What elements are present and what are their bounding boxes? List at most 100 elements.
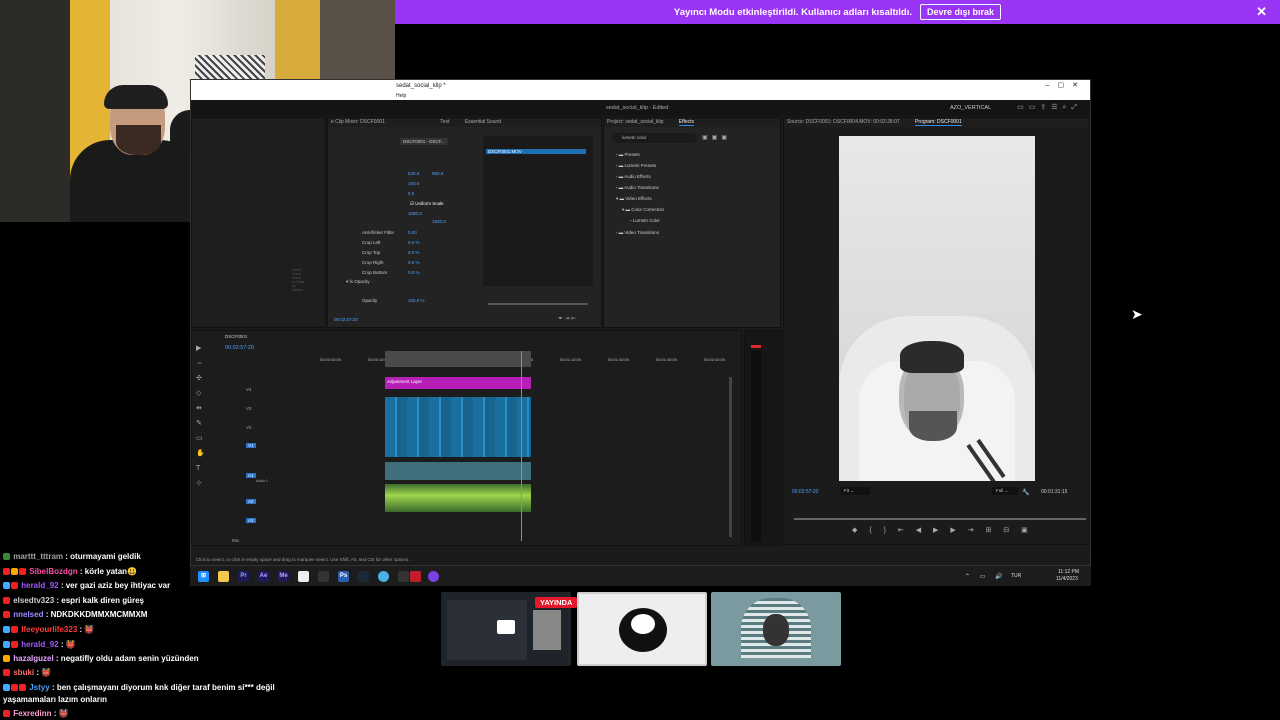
tab-clip-mixer[interactable]: e Clip Mixer: DSCF0001 (331, 119, 385, 125)
tab-project[interactable]: Project: sedat_social_klip (607, 119, 663, 125)
window-titlebar: sedat_social_klip * –▢✕ (191, 80, 1090, 92)
ruler-5: 00:01:15:00 (560, 357, 582, 362)
crop-left-value[interactable]: 0.0 % (408, 240, 420, 245)
chat-message: hazalguzel : negatifly oldu adam senin y… (3, 654, 199, 663)
opacity-value[interactable]: 100.0 % (408, 298, 425, 303)
effect-controls-panel: Select Track Items or Tools for Search (191, 117, 326, 328)
rotation-value[interactable]: 0.0 (408, 191, 414, 196)
project-title: sedat_social_klip - Edited (606, 105, 669, 111)
effects-search-input[interactable]: lumetri color (612, 133, 697, 143)
audio-clip-a2[interactable] (385, 484, 531, 512)
filter-icon[interactable]: ⏷ ⇥ ⇤ (558, 315, 576, 323)
ruler-7: 00:01:45:00 (656, 357, 678, 362)
effects-item-lumetri-color[interactable]: ▫ Lumetri Color (630, 218, 660, 223)
wrench-icon[interactable]: 🔧 (1022, 489, 1029, 496)
tab-essential-sound[interactable]: Essential Sound (465, 119, 501, 125)
resolution-dropdown[interactable]: Full ⌄ (992, 487, 1018, 495)
chat-message: yaşamamaları lazım onların (3, 695, 108, 704)
monitor-tabs: Source: DSCF0001: DSCF0004.MOV: 00:02:28… (784, 118, 1089, 127)
timeline-panel: DSCF0001 00:02:57:20 ▶ ⇔ ✣ ◇ ⇹ ✎ ▭ ✋ T ⊹ 00:00:00… (191, 330, 742, 546)
effects-item-color-correction[interactable]: ▾ ▬ Color Correction (622, 207, 664, 213)
pos-x[interactable]: 540.0 (408, 171, 419, 176)
close-icon[interactable]: ✕ (1256, 4, 1267, 20)
thumbnail-camera[interactable] (711, 592, 841, 666)
opacity-section[interactable]: ▾ fx Opacity (346, 279, 370, 285)
crop-bottom-label: Crop Bottom (362, 270, 388, 275)
playback-controls[interactable]: ◆ { } ⇤ ◀ ▶ ▶ ⇥ ⊞ ⊟ ▣ (852, 526, 1033, 534)
premiere-window: sedat_social_klip * –▢✕ Help sedat_socia… (190, 79, 1091, 580)
anchor-x[interactable]: 1080.0 (408, 211, 422, 216)
track-v1[interactable]: V1 (246, 443, 256, 448)
project-effects-tabs: Project: sedat_social_klip Effects (604, 118, 780, 127)
sequence-tab[interactable]: DSCF0001 (225, 334, 247, 339)
workspace-label[interactable]: AZO_VERTICAL (950, 105, 991, 111)
audio-clip-a1[interactable] (385, 462, 531, 480)
window-controls[interactable]: –▢✕ (1046, 80, 1086, 92)
clip-bar[interactable]: DSCF0001.MOV (486, 149, 586, 154)
track-v2[interactable]: V2 (246, 425, 252, 430)
effects-item-lumetri-presets[interactable]: › ▬ Lumetri Presets (616, 163, 656, 168)
fit-dropdown[interactable]: Fit ⌄ (840, 487, 870, 495)
effects-item-audio-transitions[interactable]: › ▬ Audio Transitions (616, 185, 659, 190)
menu-help[interactable]: Help (396, 93, 406, 99)
chat-message: sbuki : 👹 (3, 668, 51, 677)
timeline-scrollbar[interactable] (729, 377, 732, 537)
opacity-label: Opacity (362, 298, 378, 303)
menu-bar: Help (191, 92, 1090, 100)
banner-message: Yayıncı Modu etkinleştirildi. Kullanıcı … (673, 6, 913, 18)
effects-timecode: 00:02:57:20 (334, 317, 358, 322)
playhead[interactable] (521, 351, 522, 541)
disable-streamer-mode-button[interactable]: Devre dışı bırak (920, 4, 1002, 20)
clock-time[interactable]: 11:12 PM (1058, 569, 1079, 575)
crop-top-value[interactable]: 0.0 % (408, 250, 420, 255)
program-timecode[interactable]: 00:02:57:20 (792, 489, 818, 495)
app-header: sedat_social_klip - Edited AZO_VERTICAL … (191, 100, 1090, 116)
track-v3[interactable]: V3 (246, 406, 252, 411)
effects-item-presets[interactable]: › ▬ Presets (616, 152, 640, 157)
tray-icons[interactable]: ⌃ ▭ 🔊 (965, 573, 1007, 580)
chat-message: marttt_tttram : oturmayami geldik (3, 552, 141, 561)
pos-y[interactable]: 960.0 (432, 171, 443, 176)
tab-effects[interactable]: Effects (678, 119, 695, 126)
anchor-y[interactable]: 1920.0 (432, 219, 446, 224)
program-scrubber[interactable] (794, 518, 1086, 520)
clock-date[interactable]: 11/4/2023 (1056, 576, 1078, 582)
audio-track-name: Audio 1 (256, 479, 268, 483)
chat-message: elsedtv323 : espri kalk diren güreş (3, 596, 144, 605)
header-icons[interactable]: ▭▭⇪☰⌕⤢ (1017, 103, 1082, 112)
clip-name[interactable]: DSCF0001 - DSCF... (400, 138, 448, 145)
work-area-bar[interactable] (385, 351, 531, 367)
crop-bottom-value[interactable]: 0.0 % (408, 270, 420, 275)
tool-icons[interactable]: ▶ ⇔ ✣ ◇ ⇹ ✎ ▭ ✋ T ⊹ (196, 341, 205, 491)
screen: Yayıncı Modu etkinleştirildi. Kullanıcı … (0, 0, 1280, 720)
tab-program[interactable]: Program: DSCF0001 (915, 119, 962, 126)
track-a2[interactable]: A2 (246, 499, 256, 504)
tab-text[interactable]: Text (440, 119, 449, 125)
anti-flicker-label: Anti-flicker Filter (362, 230, 395, 235)
effects-item-video-effects[interactable]: ▾ ▬ Video Effects (616, 196, 652, 202)
track-a1[interactable]: A1 (246, 473, 256, 478)
bin-icons[interactable]: ▣▣▣ (702, 134, 731, 141)
panel-scrollbar[interactable] (488, 303, 588, 305)
audio-meters (744, 330, 782, 546)
scale-value[interactable]: 100.0 (408, 181, 419, 186)
effects-item-video-transitions[interactable]: › ▬ Video Transitions (616, 230, 659, 235)
track-v4[interactable]: V4 (246, 387, 252, 392)
crop-right-value[interactable]: 0.0 % (408, 260, 420, 265)
program-duration: 00:01:31:15 (1041, 489, 1068, 495)
chat-message: herald_92 : 👹 (3, 640, 76, 649)
anti-flicker-value[interactable]: 0.00 (408, 230, 417, 235)
effects-tabs: e Clip Mixer: DSCF0001 Text Essential So… (328, 118, 601, 127)
thumbnail-avatar[interactable] (577, 592, 707, 666)
video-clips[interactable] (385, 397, 531, 457)
adjustment-layer-clip[interactable]: Adjustment Layer (385, 377, 531, 389)
effects-item-audio-effects[interactable]: › ▬ Audio Effects (616, 174, 651, 179)
effects-browser-panel: Project: sedat_social_klip Effects lumet… (603, 117, 781, 328)
uniform-scale-check[interactable]: ☑ Uniform Scale (410, 201, 444, 207)
chat-message: herald_92 : ver gazi aziz bey ihtiyac va… (3, 581, 170, 590)
streamer-mode-banner: Yayıncı Modu etkinleştirildi. Kullanıcı … (395, 0, 1280, 24)
tab-source[interactable]: Source: DSCF0001: DSCF0004.MOV: 00:02:28… (787, 119, 900, 125)
track-a3[interactable]: A3 (246, 518, 256, 523)
language-indicator[interactable]: TUR (1011, 573, 1021, 579)
timeline-timecode[interactable]: 00:02:57:20 (225, 345, 254, 351)
